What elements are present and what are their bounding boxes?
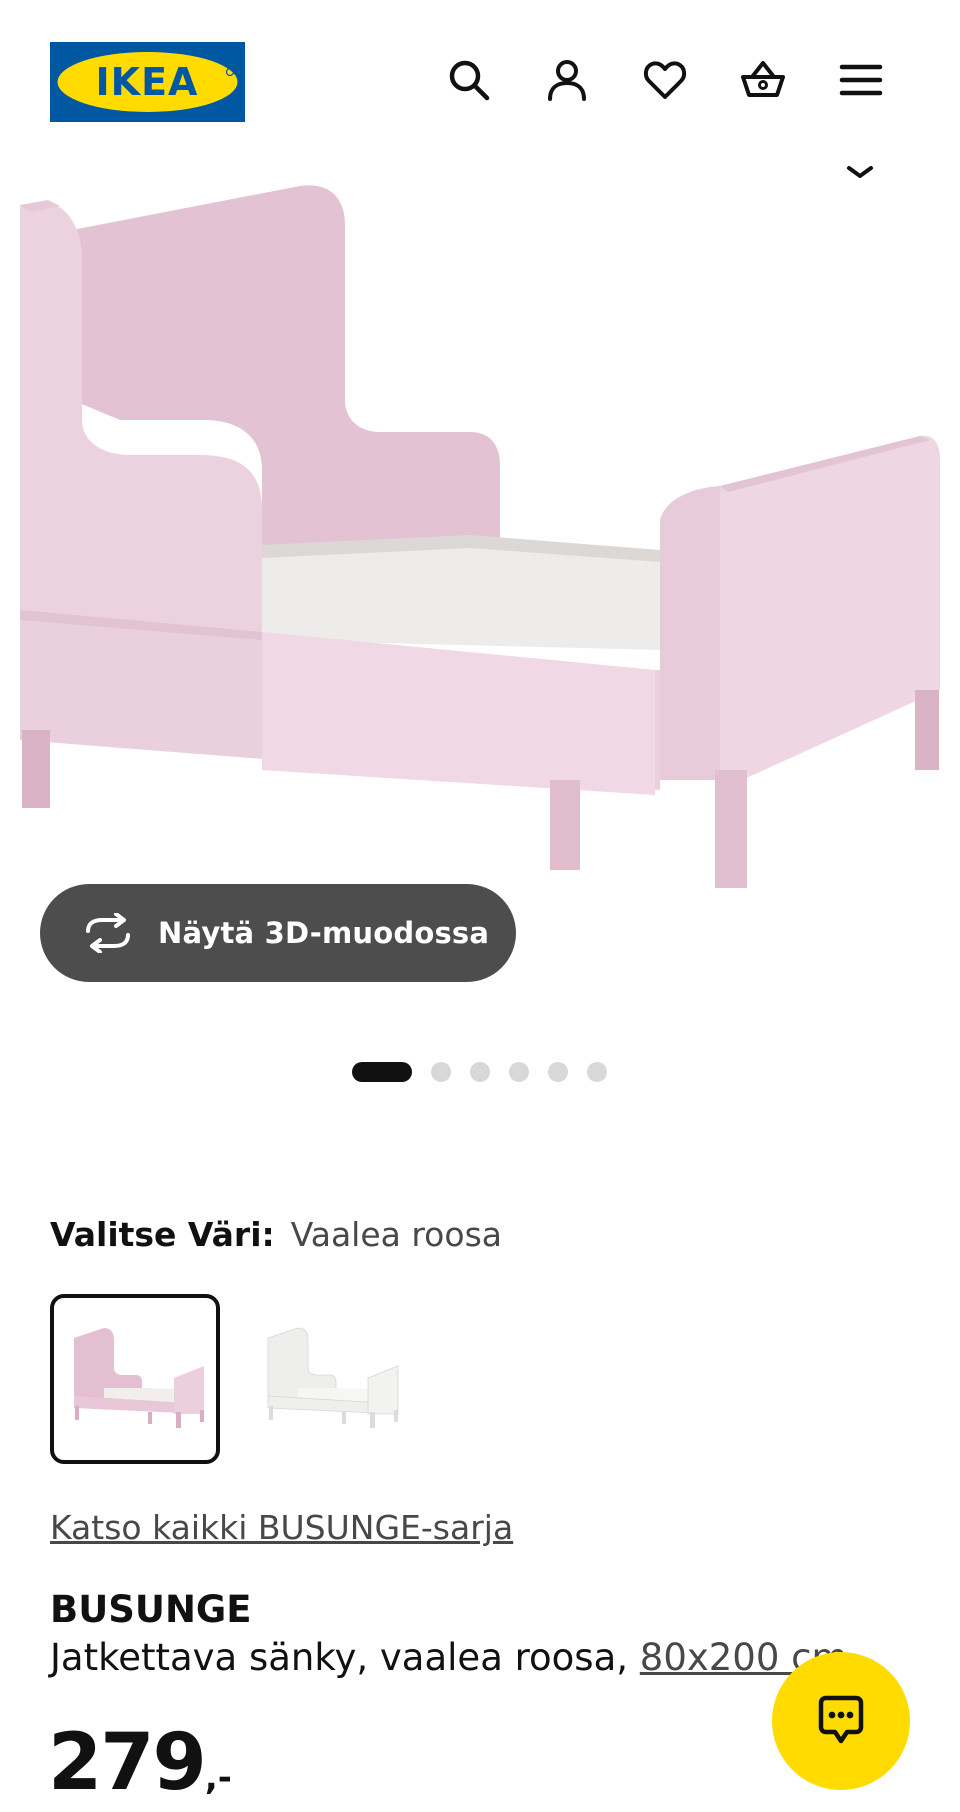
- product-description-text: Jatkettava sänky, vaalea roosa,: [50, 1636, 640, 1679]
- ikea-logo[interactable]: IKEA: [50, 42, 245, 122]
- carousel-dot[interactable]: [548, 1062, 568, 1082]
- color-selector-label: Valitse Väri: Vaalea roosa: [50, 1215, 502, 1254]
- view-3d-label: Näytä 3D-muodossa: [158, 916, 490, 950]
- chat-icon: [818, 1695, 864, 1744]
- color-swatch-light-pink[interactable]: [50, 1294, 220, 1464]
- carousel-dot[interactable]: [587, 1062, 607, 1082]
- rotate-3d-icon: [86, 913, 130, 953]
- product-name: BUSUNGE: [50, 1588, 252, 1631]
- account-icon[interactable]: [542, 55, 592, 105]
- svg-text:IKEA: IKEA: [96, 60, 199, 104]
- menu-icon[interactable]: [836, 55, 886, 105]
- carousel-dots: [352, 1061, 626, 1083]
- chat-button[interactable]: [772, 1652, 910, 1790]
- carousel-dot[interactable]: [509, 1062, 529, 1082]
- carousel-dot[interactable]: [470, 1062, 490, 1082]
- selected-color-value: Vaalea roosa: [290, 1215, 502, 1254]
- view-3d-button[interactable]: Näytä 3D-muodossa: [40, 884, 516, 982]
- heart-icon[interactable]: [640, 55, 690, 105]
- price-suffix: ,-: [204, 1758, 232, 1798]
- price-integer: 279: [48, 1718, 207, 1808]
- color-swatch-white[interactable]: [244, 1294, 414, 1464]
- search-icon[interactable]: [444, 55, 494, 105]
- carousel-dot-active[interactable]: [352, 1062, 412, 1082]
- series-link[interactable]: Katso kaikki BUSUNGE-sarja: [50, 1508, 513, 1547]
- product-price: 279,-: [48, 1718, 232, 1808]
- product-image[interactable]: [0, 170, 960, 910]
- product-description: Jatkettava sänky, vaalea roosa, 80x200 c…: [50, 1636, 848, 1679]
- header: IKEA: [0, 0, 960, 162]
- basket-icon[interactable]: [738, 55, 788, 105]
- color-label: Valitse Väri:: [50, 1215, 275, 1254]
- carousel-dot[interactable]: [431, 1062, 451, 1082]
